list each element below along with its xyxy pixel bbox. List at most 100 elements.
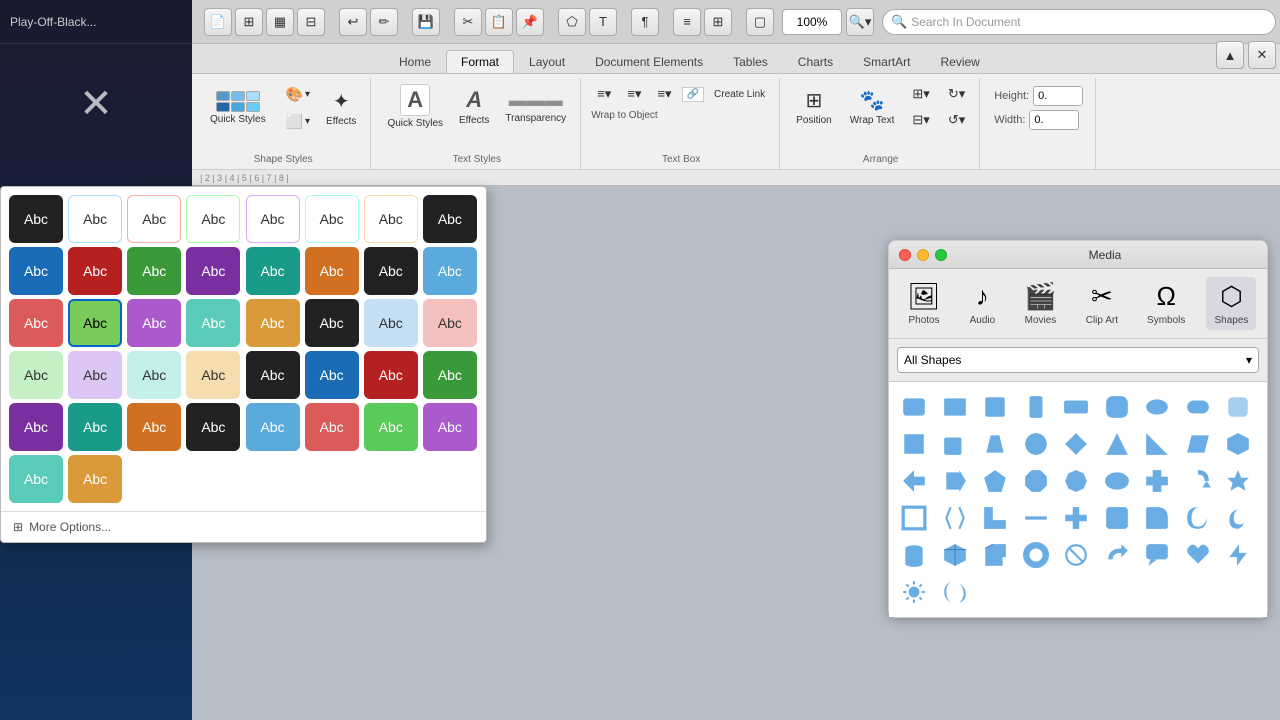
- shape-border-button[interactable]: ⬜▾: [280, 109, 316, 134]
- save-button[interactable]: 💾: [412, 8, 440, 36]
- new-doc-button[interactable]: 📄: [204, 8, 232, 36]
- shape-fill-button[interactable]: 🎨▾: [280, 82, 316, 107]
- shape-star[interactable]: [1221, 464, 1255, 498]
- arrange-btn3[interactable]: ↻▾: [942, 82, 971, 106]
- shape-crescent[interactable]: [1181, 501, 1215, 535]
- shape-rrect2[interactable]: [938, 427, 972, 461]
- shape-l-shape[interactable]: [978, 501, 1012, 535]
- shape-rounded-corner[interactable]: [1140, 501, 1174, 535]
- arrange-btn4[interactable]: ↺▾: [942, 108, 971, 132]
- media-symbols-btn[interactable]: Ω Symbols: [1139, 277, 1193, 330]
- shape-wide-rect[interactable]: [1059, 390, 1093, 424]
- create-link-btn[interactable]: Create Link: [708, 85, 771, 104]
- quick-styles-button[interactable]: Quick Styles: [204, 89, 272, 127]
- close-button[interactable]: [899, 249, 911, 261]
- tab-format[interactable]: Format: [446, 50, 514, 73]
- grid-button[interactable]: ⊞: [235, 8, 263, 36]
- qs-cell[interactable]: Abc: [423, 403, 477, 451]
- align-button[interactable]: ≡: [673, 8, 701, 36]
- layout-button[interactable]: ▦: [266, 8, 294, 36]
- shape-bevel[interactable]: [1221, 390, 1255, 424]
- qs-cell[interactable]: Abc: [246, 403, 300, 451]
- qs-cell[interactable]: Abc: [423, 299, 477, 347]
- arrange-btn2[interactable]: ⊟▾: [906, 108, 935, 132]
- qs-cell[interactable]: Abc: [305, 195, 359, 243]
- shape-moon[interactable]: [1221, 501, 1255, 535]
- more-options-btn[interactable]: ⊞ More Options...: [1, 511, 486, 542]
- undo-button[interactable]: ↩: [339, 8, 367, 36]
- qs-cell[interactable]: Abc: [9, 195, 63, 243]
- shape-diamond[interactable]: [1059, 427, 1093, 461]
- shape-hexagon[interactable]: [1221, 427, 1255, 461]
- qs-cell[interactable]: Abc: [186, 403, 240, 451]
- media-audio-btn[interactable]: ♪ Audio: [962, 277, 1004, 330]
- tab-document-elements[interactable]: Document Elements: [580, 50, 718, 73]
- tab-tables[interactable]: Tables: [718, 50, 783, 73]
- qs-cell[interactable]: Abc: [186, 351, 240, 399]
- qs-cell[interactable]: Abc: [305, 403, 359, 451]
- shape-cross[interactable]: [1140, 464, 1174, 498]
- shape-plus-thick[interactable]: [1059, 501, 1093, 535]
- textbox-button[interactable]: T: [589, 8, 617, 36]
- shape-decagon[interactable]: [1059, 464, 1093, 498]
- qs-cell[interactable]: Abc: [127, 403, 181, 451]
- transparency-button[interactable]: ▬▬▬ Transparency: [499, 86, 572, 128]
- qs-cell[interactable]: Abc: [68, 403, 122, 451]
- view-button[interactable]: ▢: [746, 8, 774, 36]
- shape-heart[interactable]: [1181, 538, 1215, 572]
- width-input[interactable]: 0.: [1029, 110, 1079, 130]
- zoom-search-button[interactable]: 🔍▾: [846, 8, 874, 36]
- qs-cell[interactable]: Abc: [68, 455, 122, 503]
- shape-trapezoid[interactable]: [978, 427, 1012, 461]
- collapse-button[interactable]: ▲: [1216, 41, 1244, 69]
- wrap-text-btn[interactable]: 🐾 Wrap Text: [844, 84, 901, 130]
- list-btn2[interactable]: ≡▾: [621, 82, 647, 106]
- shape-cube[interactable]: [938, 538, 972, 572]
- zoom-display[interactable]: 100%: [782, 9, 842, 35]
- zoom-button[interactable]: [935, 249, 947, 261]
- qs-cell[interactable]: Abc: [186, 299, 240, 347]
- shape-stadium[interactable]: [1140, 390, 1174, 424]
- media-photos-btn[interactable]: 🖼 Photos: [900, 277, 949, 330]
- shape-rect[interactable]: [938, 390, 972, 424]
- list-btn1[interactable]: ≡▾: [591, 82, 617, 106]
- table-button[interactable]: ⊟: [297, 8, 325, 36]
- paste-button[interactable]: 📌: [516, 8, 544, 36]
- shape-ellipse[interactable]: [1100, 464, 1134, 498]
- shape-circle[interactable]: [1019, 427, 1053, 461]
- shape-cylinder-h[interactable]: [1181, 390, 1215, 424]
- text-effects-button[interactable]: A Effects: [453, 83, 495, 130]
- qs-cell[interactable]: Abc: [364, 195, 418, 243]
- qs-cell[interactable]: Abc: [9, 247, 63, 295]
- qs-cell[interactable]: Abc: [305, 299, 359, 347]
- media-movies-btn[interactable]: 🎬 Movies: [1016, 277, 1064, 330]
- shape-arrow-right-bend[interactable]: [938, 464, 972, 498]
- shape-sun[interactable]: [897, 575, 931, 609]
- height-input[interactable]: 0.: [1033, 86, 1083, 106]
- shape-rounded-rect[interactable]: [897, 390, 931, 424]
- redo-button[interactable]: ✏: [370, 8, 398, 36]
- cut-button[interactable]: ✂: [454, 8, 482, 36]
- qs-cell[interactable]: Abc: [364, 403, 418, 451]
- qs-cell[interactable]: Abc: [9, 455, 63, 503]
- qs-cell[interactable]: Abc: [364, 247, 418, 295]
- shape-pentagon[interactable]: [978, 464, 1012, 498]
- shape-octagon[interactable]: [1019, 464, 1053, 498]
- paragraph-button[interactable]: ¶: [631, 8, 659, 36]
- tab-smartart[interactable]: SmartArt: [848, 50, 925, 73]
- shape-ring[interactable]: [1019, 538, 1053, 572]
- shape-speech-bubble[interactable]: [1140, 538, 1174, 572]
- all-shapes-dropdown[interactable]: All Shapes ▾: [897, 347, 1259, 373]
- qs-cell-selected[interactable]: Abc: [68, 299, 122, 347]
- shape-triangle[interactable]: [1100, 427, 1134, 461]
- qs-cell[interactable]: Abc: [423, 247, 477, 295]
- shape-arrow-curved[interactable]: [1181, 464, 1215, 498]
- qs-cell[interactable]: Abc: [305, 351, 359, 399]
- qs-cell[interactable]: Abc: [127, 247, 181, 295]
- qs-cell[interactable]: Abc: [364, 299, 418, 347]
- qs-cell[interactable]: Abc: [127, 299, 181, 347]
- media-shapes-btn[interactable]: ⬡ Shapes: [1206, 277, 1256, 330]
- shape-bracket[interactable]: [938, 501, 972, 535]
- shape-box[interactable]: [978, 538, 1012, 572]
- shape-cylinder[interactable]: [897, 538, 931, 572]
